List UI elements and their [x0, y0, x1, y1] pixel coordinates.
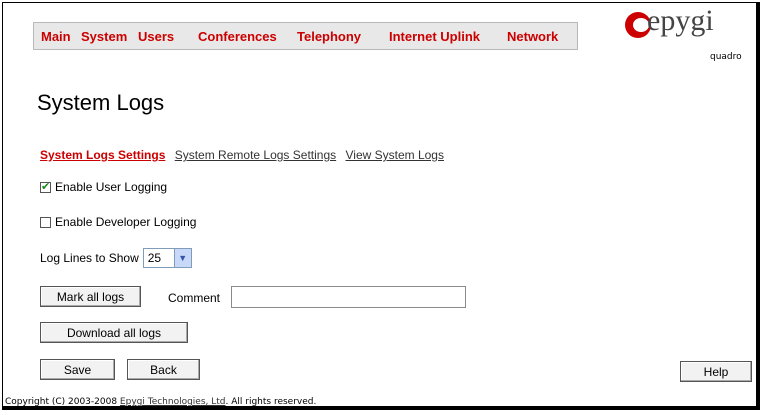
- mark-all-logs-button[interactable]: Mark all logs: [40, 286, 141, 307]
- nav-telephony[interactable]: Telephony: [297, 29, 361, 44]
- nav-conferences[interactable]: Conferences: [198, 29, 277, 44]
- chevron-down-icon[interactable]: ▼: [173, 249, 191, 267]
- log-lines-label: Log Lines to Show: [40, 251, 139, 265]
- nav-internet-uplink[interactable]: Internet Uplink: [389, 29, 480, 44]
- nav-users[interactable]: Users: [138, 29, 174, 44]
- footer-company-link[interactable]: Epygi Technologies, Ltd: [120, 397, 226, 407]
- user-logging-row: Enable User Logging: [40, 180, 167, 194]
- enable-user-logging-label: Enable User Logging: [55, 180, 168, 194]
- enable-developer-logging-label: Enable Developer Logging: [55, 215, 197, 229]
- footer-suffix: . All rights reserved.: [225, 397, 317, 407]
- back-button[interactable]: Back: [127, 359, 200, 380]
- log-lines-value: 25: [147, 251, 162, 265]
- comment-label: Comment: [168, 291, 221, 305]
- enable-developer-logging-checkbox[interactable]: [40, 216, 51, 228]
- main-nav: Main System Users Conferences Telephony …: [33, 22, 578, 50]
- comment-input[interactable]: [231, 286, 466, 308]
- save-button[interactable]: Save: [40, 359, 115, 380]
- page-title: System Logs: [37, 90, 165, 115]
- help-button[interactable]: Help: [680, 361, 752, 382]
- log-lines-row: Log Lines to Show 25 ▼: [40, 248, 192, 268]
- tab-system-remote-logs-settings[interactable]: System Remote Logs Settings: [175, 148, 336, 162]
- tab-bar: System Logs Settings System Remote Logs …: [40, 148, 450, 162]
- enable-user-logging-checkbox[interactable]: [40, 180, 51, 193]
- footer-prefix: Copyright (C) 2003-2008: [5, 397, 120, 407]
- developer-logging-row: Enable Developer Logging: [40, 215, 196, 229]
- logo-text: epygi: [647, 4, 714, 37]
- tab-system-logs-settings[interactable]: System Logs Settings: [40, 148, 165, 162]
- nav-system[interactable]: System: [81, 29, 127, 44]
- tab-view-system-logs[interactable]: View System Logs: [345, 148, 444, 162]
- copyright-footer: Copyright (C) 2003-2008 Epygi Technologi…: [5, 397, 316, 407]
- download-all-logs-button[interactable]: Download all logs: [40, 322, 188, 343]
- epygi-logo: epygi quadro: [625, 4, 745, 65]
- log-lines-select[interactable]: 25 ▼: [142, 248, 192, 268]
- nav-main[interactable]: Main: [41, 29, 71, 44]
- nav-network[interactable]: Network: [507, 29, 558, 44]
- logo-subtext: quadro: [710, 52, 742, 62]
